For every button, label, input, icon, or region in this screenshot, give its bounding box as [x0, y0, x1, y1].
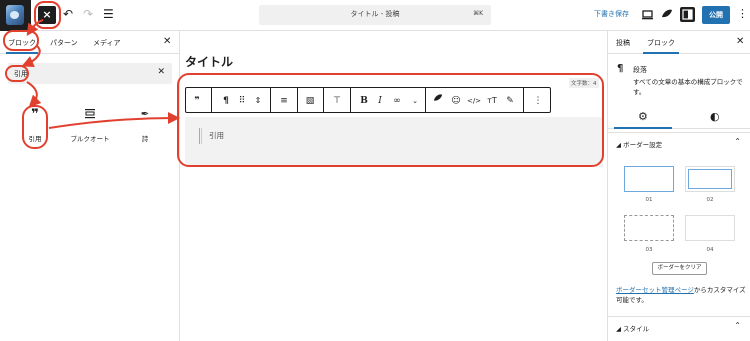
editor-screenshot: { "topbar": { "command_title": "タイトル - 投… — [0, 0, 750, 341]
annotation-arrows — [21, 19, 180, 129]
